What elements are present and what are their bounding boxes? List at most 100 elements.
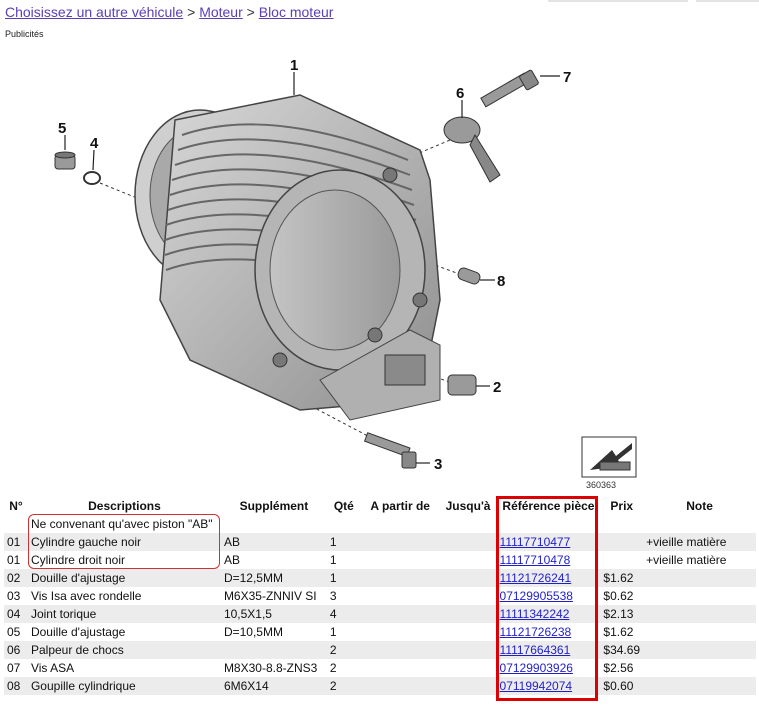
- cylinder-icon: [134, 94, 441, 421]
- row-quantity: 2: [326, 677, 361, 695]
- table-row: 01 Cylindre droit noir AB 1 11117710478 +viei…: [4, 551, 756, 569]
- col-header-description: Descriptions: [88, 498, 161, 513]
- part-reference-link[interactable]: 11117664361: [500, 643, 571, 657]
- row-to: [439, 641, 497, 659]
- table-row: 02 Douille d'ajustage D=12,5MM 1 11121726241…: [4, 569, 756, 587]
- row-supplement: AB: [223, 553, 240, 567]
- row-number: 02: [4, 569, 28, 587]
- row-note: [643, 605, 756, 623]
- breadcrumb-separator: >: [183, 4, 200, 20]
- row-quantity: 4: [326, 605, 361, 623]
- row-supplement: M6X35-ZNNIV SI: [223, 589, 317, 603]
- row-description: Palpeur de chocs: [27, 641, 221, 659]
- o-ring-icon: [83, 171, 101, 185]
- breadcrumb-change-vehicle-link[interactable]: Choisissez un autre véhicule: [5, 4, 183, 20]
- callout-8: 8: [497, 273, 505, 290]
- row-from: [360, 641, 440, 659]
- row-supplement: D=12,5MM: [220, 569, 327, 587]
- table-row: 03 Vis Isa avec rondelle M6X35-ZNNIV SI 3 07…: [4, 587, 756, 605]
- part-reference-link[interactable]: 07129905538: [500, 589, 573, 603]
- row-part-reference: 07119942074: [496, 677, 601, 695]
- part-reference-link[interactable]: 11117710478: [500, 553, 571, 567]
- row-to: [440, 659, 497, 677]
- part-reference-link[interactable]: 11121726238: [500, 625, 572, 639]
- part-reference-link[interactable]: 11111342242: [500, 607, 570, 621]
- bolt-3-icon: [363, 432, 417, 469]
- callout-6: 6: [456, 85, 464, 102]
- row-to: [440, 587, 497, 605]
- callout-3: 3: [434, 456, 442, 473]
- top-input-edge-left: [548, 0, 688, 2]
- row-number: 05: [7, 625, 21, 639]
- part-reference-link[interactable]: 11121726241: [500, 571, 572, 585]
- row-note: [643, 641, 756, 659]
- row-price: $0.60: [600, 677, 644, 695]
- breadcrumb: Choisissez un autre véhicule > Moteur > …: [5, 4, 333, 20]
- row-part-reference: 11121726241: [496, 569, 601, 587]
- col-header-part-reference: Référence pièce: [502, 498, 595, 513]
- table-row: 07 Vis ASA M8X30-8.8-ZNS3 2 07129903926 $2.56: [4, 659, 756, 677]
- row-supplement: D=10,5MM: [223, 625, 283, 639]
- breadcrumb-engine-block-link[interactable]: Bloc moteur: [259, 4, 334, 20]
- row-description: Vis Isa avec rondelle: [30, 589, 142, 603]
- col-header-number: N°: [9, 498, 23, 513]
- diagram-reference-icon: [581, 436, 637, 478]
- table-row: 06 Palpeur de chocs 2 11117664361 $34.69: [4, 641, 756, 659]
- row-note: [643, 659, 756, 677]
- table-row: 05 Douille d'ajustage D=10,5MM 1 11121726238…: [4, 623, 756, 641]
- row-quantity: 2: [326, 641, 361, 659]
- row-quantity: 2: [329, 661, 337, 675]
- col-header-to: Jusqu'à: [445, 498, 491, 513]
- row-note: [643, 515, 756, 533]
- bolt-icon: [480, 69, 539, 108]
- sleeve-icon: [54, 151, 76, 170]
- row-part-reference: 07129905538: [497, 587, 601, 605]
- row-from: [360, 569, 440, 587]
- row-note: [643, 587, 756, 605]
- row-price: [600, 533, 644, 551]
- row-quantity: 1: [326, 569, 361, 587]
- row-part-reference: 11117710477: [496, 533, 601, 551]
- diagram-image-number: 360363: [586, 480, 616, 490]
- row-from: [361, 515, 440, 533]
- table-row: 08 Goupille cylindrique 6M6X14 2 07119942074…: [4, 677, 756, 695]
- dowel-pin-icon: [457, 267, 481, 285]
- table-header-row: N° Descriptions Supplément Qté A partir …: [4, 496, 756, 515]
- row-number: 04: [4, 605, 28, 623]
- callout-2: 2: [493, 379, 501, 396]
- row-price: $0.62: [603, 589, 634, 603]
- row-part-reference: 11121726238: [497, 623, 601, 641]
- table-row: 04 Joint torique 10,5X1,5 4 11111342242 $2.13: [4, 605, 756, 623]
- row-number: [4, 515, 28, 533]
- row-part-reference: 11111342242: [496, 605, 601, 623]
- row-price: $34.69: [600, 641, 644, 659]
- row-to: [440, 515, 497, 533]
- row-to: [439, 605, 497, 623]
- row-part-reference: 07129903926: [497, 659, 601, 677]
- row-part-reference: 11117664361: [496, 641, 601, 659]
- row-description: Vis ASA: [30, 661, 75, 675]
- row-supplement: M8X30-8.8-ZNS3: [223, 661, 318, 675]
- part-reference-link[interactable]: 07119942074: [500, 679, 573, 693]
- part-reference-link[interactable]: 07129903926: [500, 661, 573, 675]
- row-supplement: AB: [220, 533, 327, 551]
- part-reference-link[interactable]: 11117710477: [500, 535, 571, 549]
- row-description: Ne convenant qu'avec piston "AB": [30, 517, 213, 531]
- ads-label: Publicités: [5, 29, 44, 39]
- row-description: Cylindre droit noir: [30, 553, 126, 567]
- sleeve-2-icon: [447, 374, 477, 396]
- top-input-edge-right: [696, 0, 759, 2]
- breadcrumb-separator: >: [242, 4, 259, 20]
- row-number: 03: [7, 589, 21, 603]
- row-supplement: 6M6X14: [220, 677, 327, 695]
- breadcrumb-engine-link[interactable]: Moteur: [199, 4, 243, 20]
- row-price: $2.56: [603, 661, 634, 675]
- row-from: [360, 677, 440, 695]
- col-header-from: A partir de: [370, 498, 430, 513]
- row-description: Goupille cylindrique: [27, 677, 221, 695]
- row-quantity: 1: [329, 625, 337, 639]
- row-note: +vieille matière: [643, 533, 756, 551]
- row-price: $2.13: [600, 605, 644, 623]
- row-number: 08: [4, 677, 28, 695]
- callout-4: 4: [90, 135, 99, 152]
